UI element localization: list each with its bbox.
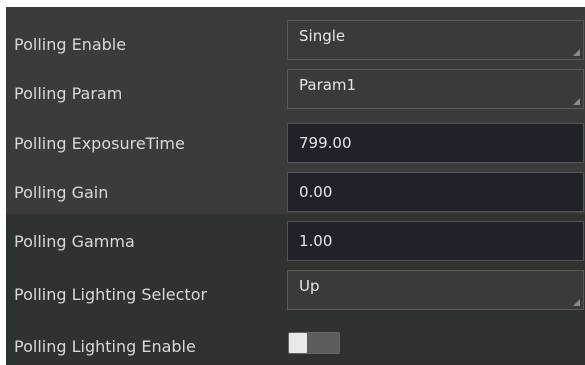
dropdown-corner-icon	[573, 49, 580, 56]
polling-gain-value: 0.00	[299, 183, 333, 201]
parameters-panel: Polling Enable Single Polling Param Para…	[6, 7, 585, 365]
polling-gain-label: Polling Gain	[14, 183, 109, 202]
row-polling-param: Polling Param Param1	[6, 69, 585, 118]
polling-exposuretime-input[interactable]: 799.00	[287, 123, 584, 163]
polling-enable-value: Single	[299, 27, 346, 45]
row-polling-enable: Polling Enable Single	[6, 20, 585, 69]
polling-param-value: Param1	[299, 76, 357, 94]
dropdown-corner-icon	[573, 299, 580, 306]
polling-lighting-selector-value: Up	[299, 277, 320, 295]
dropdown-corner-icon	[573, 98, 580, 105]
polling-lighting-selector-select[interactable]: Up	[287, 270, 584, 310]
polling-exposuretime-value: 799.00	[299, 134, 352, 152]
row-polling-gamma: Polling Gamma 1.00	[6, 217, 585, 266]
row-polling-lighting-selector: Polling Lighting Selector Up	[6, 270, 585, 319]
polling-param-label: Polling Param	[14, 84, 123, 103]
polling-gamma-label: Polling Gamma	[14, 232, 135, 251]
polling-lighting-enable-label: Polling Lighting Enable	[14, 336, 196, 356]
row-polling-exposuretime: Polling ExposureTime 799.00	[6, 119, 585, 168]
polling-exposuretime-label: Polling ExposureTime	[14, 134, 185, 153]
polling-lighting-selector-label: Polling Lighting Selector	[14, 285, 208, 304]
polling-param-select[interactable]: Param1	[287, 69, 584, 109]
polling-gamma-value: 1.00	[299, 232, 333, 250]
polling-enable-label: Polling Enable	[14, 35, 127, 54]
toggle-knob	[289, 333, 307, 353]
polling-enable-select[interactable]: Single	[287, 20, 584, 60]
polling-gain-input[interactable]: 0.00	[287, 172, 584, 212]
row-polling-gain: Polling Gain 0.00	[6, 168, 585, 217]
polling-gamma-input[interactable]: 1.00	[287, 221, 584, 261]
polling-lighting-enable-toggle[interactable]	[288, 332, 340, 354]
